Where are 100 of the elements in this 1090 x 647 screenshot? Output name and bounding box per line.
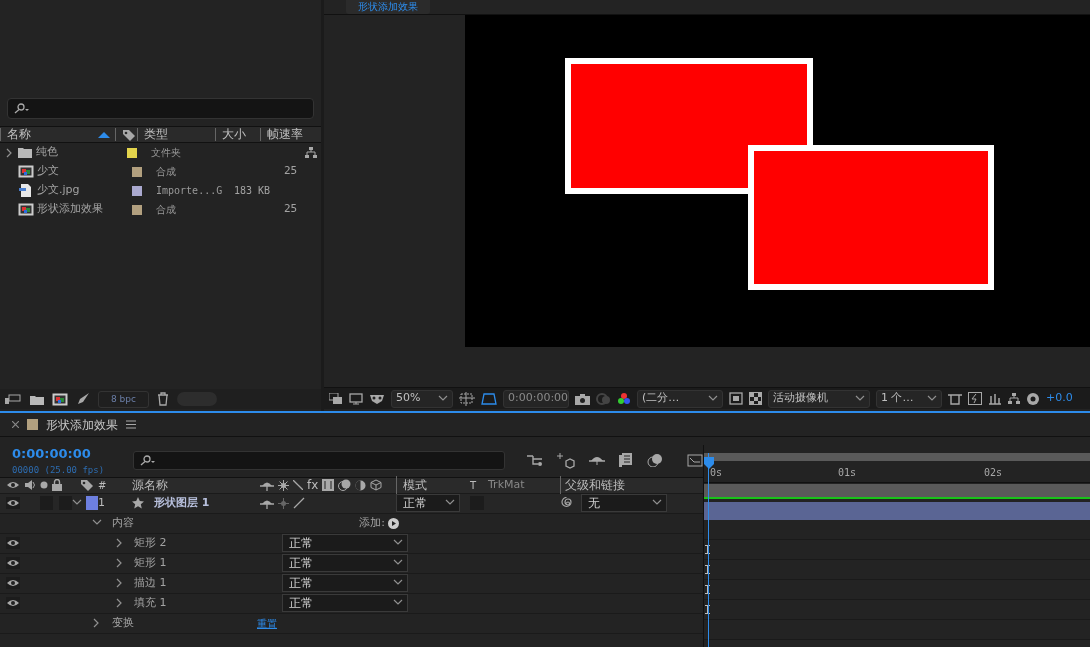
diagonal-line-icon[interactable] [293,480,303,490]
play-circle-icon[interactable] [388,517,399,529]
solo-dot-icon[interactable] [40,481,48,489]
eye-icon[interactable] [6,537,20,549]
ruler-label: 02s [984,465,1003,480]
views-dropdown[interactable]: 1 个… [876,389,942,408]
project-item[interactable]: 纯色 文件夹 [0,143,321,162]
column-header[interactable]: 源名称 [132,476,168,494]
flowchart-icon[interactable] [305,147,317,158]
search-field[interactable] [7,98,314,119]
slash-icon[interactable] [293,497,305,509]
composition-tab[interactable]: 形状添加效果 [46,415,118,434]
trash-icon[interactable] [156,392,169,406]
column-header[interactable]: 帧速率 [267,128,303,141]
item-size: 183 KB [234,184,272,198]
eye-icon[interactable] [6,557,20,569]
camera-icon[interactable] [575,392,590,405]
column-header[interactable]: TrkMat [488,476,525,494]
mode-dropdown[interactable]: 正常 [282,554,408,572]
column-header[interactable]: 名称 [7,128,31,141]
layer-row[interactable]: 1 形状图层 1 正常 无 [0,493,703,514]
region-icon[interactable] [459,391,475,406]
aperture-icon[interactable] [1026,391,1040,406]
mode-dropdown[interactable]: 正常 [282,534,408,552]
ruler-label: 0s [710,465,723,480]
column-header[interactable]: fx [307,476,319,494]
timeline-icon[interactable] [988,392,1002,405]
column-header[interactable]: 父级和链接 [565,476,625,494]
folder-icon[interactable] [29,393,44,405]
menu-icon[interactable] [126,420,136,429]
column-header[interactable]: # [98,477,107,493]
cube-icon[interactable] [370,479,383,491]
project-item[interactable]: 形状添加效果 合成 25 [0,200,321,219]
pick-whip-icon[interactable] [560,496,573,510]
toggle-view-icon[interactable] [948,392,962,405]
composition-icon [18,202,34,217]
timecode-field[interactable]: 0:00:00:00 [503,389,569,408]
sparkle-cube-icon[interactable] [557,452,575,469]
layer-duration-bar[interactable] [704,501,1090,520]
new-composition-icon[interactable] [52,391,68,407]
mode-dropdown[interactable]: 正常 [282,574,408,592]
zoom-dropdown[interactable]: 50% [391,389,453,408]
checkerboard-icon[interactable] [749,392,762,405]
column-header[interactable]: 模式 [403,476,427,494]
fast-draft-icon[interactable] [968,392,982,405]
interpret-footage-icon[interactable] [5,393,21,405]
reset-link[interactable]: 重置 [257,615,277,631]
column-header[interactable]: 大小 [222,128,246,141]
column-header[interactable]: 类型 [144,128,168,141]
eye-icon[interactable] [6,479,20,491]
color-channels-icon[interactable] [617,391,631,406]
item-type: 合成 [156,165,177,179]
item-frame-rate: 25 [283,201,299,218]
keyframe-marker-icon [705,584,710,594]
tag-icon[interactable] [80,479,94,491]
motion-blur-icon[interactable] [647,452,663,467]
column-header[interactable]: T [470,477,477,493]
sun-icon[interactable] [278,479,289,491]
ruler-label: 01s [838,465,857,480]
layer-name[interactable]: 形状图层 1 [154,494,210,512]
film-frames-icon[interactable] [619,452,633,467]
eye-icon[interactable] [6,497,20,509]
mode-dropdown[interactable]: 正常 [396,494,460,512]
film-frames-icon[interactable] [322,479,335,491]
eye-icon[interactable] [6,577,20,589]
search-icon [139,455,156,466]
graph-editor-icon[interactable] [687,452,703,467]
work-area-range[interactable] [704,483,1090,499]
search-field[interactable] [132,451,505,470]
viewer-tab[interactable]: 形状添加效果 [346,0,430,14]
add-label[interactable]: 添加: [359,514,385,532]
item-type: 合成 [156,203,177,217]
motion-blur-icon[interactable] [338,479,352,491]
monitor-icon[interactable] [349,392,363,405]
switch-box[interactable] [59,496,72,510]
exposure-value[interactable]: +0.0 [1046,390,1073,407]
playhead-icon[interactable] [704,456,714,469]
eye-icon[interactable] [6,597,20,609]
search-icon [14,103,30,114]
group-name: 变换 [112,614,135,631]
parent-dropdown[interactable]: 无 [581,494,667,512]
adjustment-icon[interactable] [355,479,367,491]
item-type: Importe...G [156,184,224,198]
sun-icon[interactable] [278,497,289,509]
lock-icon[interactable] [52,479,62,491]
mask-icon[interactable] [369,392,385,405]
mode-dropdown[interactable]: 正常 [282,594,408,612]
camera-dropdown[interactable]: 活动摄像机 [768,389,870,408]
speaker-icon[interactable] [24,479,36,491]
bit-depth-button[interactable]: 8 bpc [98,390,149,408]
close-icon[interactable] [12,421,19,428]
project-item[interactable]: 少文.jpg Importe...G 183 KB [0,181,321,200]
flowchart-icon[interactable] [1008,393,1020,404]
hierarchy-icon[interactable] [527,452,543,467]
layers-icon[interactable] [329,392,343,405]
current-time[interactable]: 0:00:00:00 [12,444,111,464]
project-item[interactable]: 少文 合成 25 [0,162,321,181]
composition-icon [18,164,34,179]
fast-preview-icon[interactable] [729,392,743,405]
resolution-dropdown[interactable]: (二分… [637,389,723,408]
